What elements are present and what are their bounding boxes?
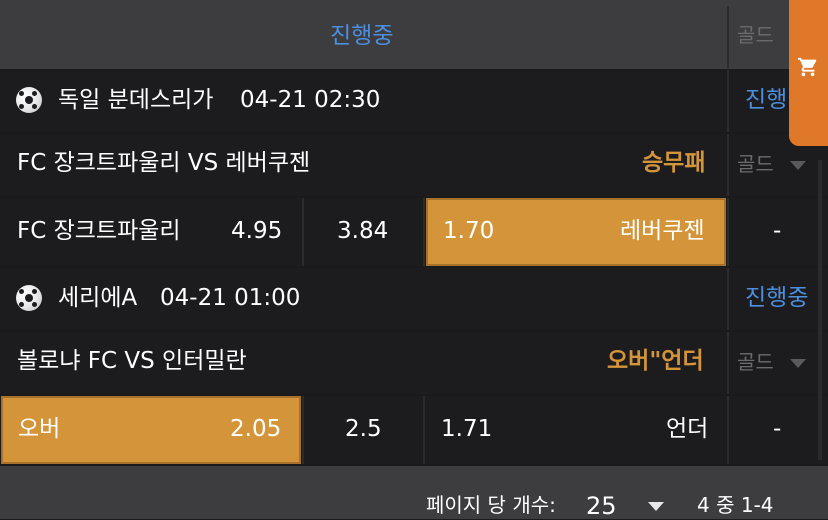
match1-away-odds: 1.70 — [443, 218, 495, 244]
match1-draw-odds: 3.84 — [337, 218, 389, 244]
soccer-ball-icon — [16, 285, 42, 311]
match2-gold-label: 골드 — [737, 350, 774, 374]
chevron-down-icon — [790, 161, 806, 170]
match1-market: 승무패 — [642, 150, 706, 176]
match1-gold-label: 골드 — [737, 152, 774, 176]
match2-status: 진행중 — [745, 285, 809, 311]
chevron-down-icon — [648, 502, 664, 511]
match1-league: 독일 분데스리가 — [58, 87, 214, 113]
match2-market: 오버"언더 — [607, 348, 704, 374]
match1-extra-cell: - — [729, 198, 828, 266]
per-page-select[interactable]: 25 — [584, 486, 670, 519]
match2-line-cell: 2.5 — [304, 396, 423, 464]
per-page-label: 페이지 당 개수: — [426, 493, 556, 517]
match2-divider — [727, 268, 729, 330]
match1-divider — [727, 70, 729, 132]
match2-extra: - — [773, 416, 782, 442]
match1-away-cell[interactable]: 1.70 레버쿠젠 — [426, 198, 726, 266]
match1-home-team: FC 장크트파울리 — [17, 218, 181, 244]
match2-under-label: 언더 — [666, 416, 709, 442]
match2-under-cell[interactable]: 1.71 언더 — [425, 396, 727, 464]
chevron-down-icon — [790, 359, 806, 368]
match2-over-label: 오버 — [18, 416, 61, 442]
soccer-ball-icon — [16, 87, 42, 113]
match2-league: 세리에A — [58, 285, 138, 311]
page-range: 4 중 1-4 — [697, 493, 774, 517]
odds-divider — [423, 198, 425, 266]
match1-home-odds: 4.95 — [231, 218, 283, 244]
match1-home-cell[interactable]: FC 장크트파울리 4.95 — [0, 198, 302, 266]
shopping-cart-icon — [797, 57, 817, 77]
match1-extra: - — [773, 218, 782, 244]
scrollbar[interactable] — [818, 160, 822, 460]
match2-datetime: 04-21 01:00 — [160, 285, 301, 311]
header-divider — [727, 6, 729, 68]
match2-over-odds: 2.05 — [230, 416, 282, 442]
header-gold-label: 골드 — [737, 23, 774, 47]
match1-draw-cell[interactable]: 3.84 — [304, 198, 423, 266]
match1-status: 진행 — [745, 87, 788, 113]
match2-extra-cell: - — [729, 396, 828, 464]
match2-teams: 볼로냐 FC VS 인터밀란 — [17, 348, 247, 374]
match1-teams: FC 장크트파울리 VS 레버쿠젠 — [17, 150, 311, 176]
match2-under-odds: 1.71 — [441, 416, 493, 442]
match2-line: 2.5 — [345, 416, 382, 442]
match2-over-cell[interactable]: 오버 2.05 — [1, 396, 301, 464]
match2-gold-select[interactable]: 골드 — [729, 332, 809, 394]
header-title: 진행중 — [330, 23, 394, 49]
match1-datetime: 04-21 02:30 — [240, 87, 381, 113]
match1-away-team: 레버쿠젠 — [620, 218, 705, 244]
cart-button[interactable] — [789, 0, 828, 146]
per-page-value: 25 — [586, 492, 617, 520]
